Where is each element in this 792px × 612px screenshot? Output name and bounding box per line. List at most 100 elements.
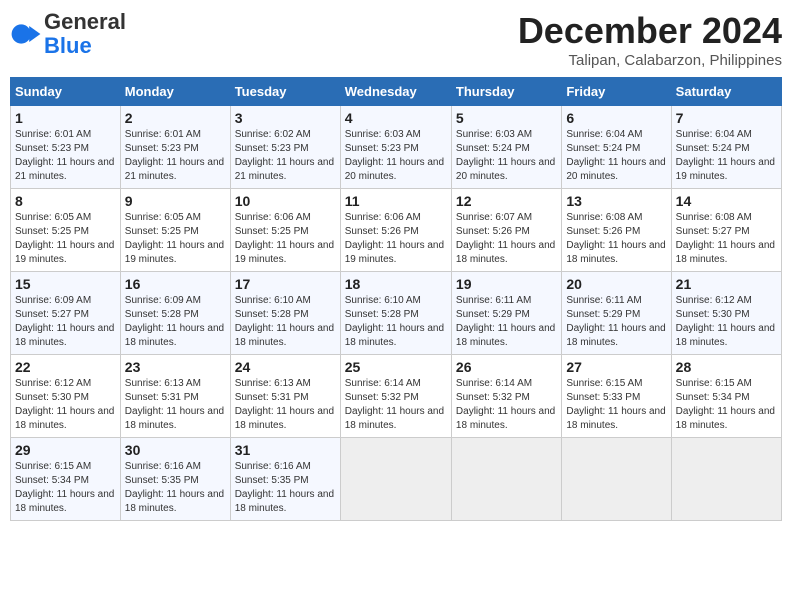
day-number: 11 xyxy=(345,193,447,209)
day-info: Sunrise: 6:01 AMSunset: 5:23 PMDaylight:… xyxy=(125,129,224,182)
day-info: Sunrise: 6:16 AMSunset: 5:35 PMDaylight:… xyxy=(125,461,224,514)
day-info: Sunrise: 6:04 AMSunset: 5:24 PMDaylight:… xyxy=(676,129,775,182)
calendar-day-cell: 16Sunrise: 6:09 AMSunset: 5:28 PMDayligh… xyxy=(120,272,230,355)
day-info: Sunrise: 6:11 AMSunset: 5:29 PMDaylight:… xyxy=(456,295,555,348)
day-info: Sunrise: 6:13 AMSunset: 5:31 PMDaylight:… xyxy=(125,378,224,431)
calendar-day-cell: 21 Sunrise: 6:12 AMSunset: 5:30 PMDayligh… xyxy=(671,272,781,355)
weekday-header: Thursday xyxy=(451,78,561,106)
day-number: 20 xyxy=(566,276,666,292)
day-info: Sunrise: 6:12 AMSunset: 5:30 PMDaylight:… xyxy=(15,378,114,431)
calendar-day-cell: 10Sunrise: 6:06 AMSunset: 5:25 PMDayligh… xyxy=(230,189,340,272)
calendar-day-cell: 5 Sunrise: 6:03 AMSunset: 5:24 PMDaylight… xyxy=(451,106,561,189)
logo-text: General Blue xyxy=(44,10,126,58)
day-number: 31 xyxy=(235,442,336,458)
calendar-week-row: 8Sunrise: 6:05 AMSunset: 5:25 PMDaylight… xyxy=(11,189,782,272)
day-info: Sunrise: 6:15 AMSunset: 5:34 PMDaylight:… xyxy=(676,378,775,431)
day-info: Sunrise: 6:03 AMSunset: 5:24 PMDaylight:… xyxy=(456,129,555,182)
logo: General Blue xyxy=(10,10,126,58)
day-number: 30 xyxy=(125,442,226,458)
day-number: 6 xyxy=(566,110,666,126)
calendar-day-cell: 26 Sunrise: 6:14 AMSunset: 5:32 PMDayligh… xyxy=(451,355,561,438)
calendar-header-row: SundayMondayTuesdayWednesdayThursdayFrid… xyxy=(11,78,782,106)
day-info: Sunrise: 6:02 AMSunset: 5:23 PMDaylight:… xyxy=(235,129,334,182)
calendar-day-cell: 31 Sunrise: 6:16 AMSunset: 5:35 PMDayligh… xyxy=(230,438,340,521)
day-info: Sunrise: 6:13 AMSunset: 5:31 PMDaylight:… xyxy=(235,378,334,431)
calendar-day-cell xyxy=(451,438,561,521)
calendar-day-cell: 13Sunrise: 6:08 AMSunset: 5:26 PMDayligh… xyxy=(562,189,671,272)
day-number: 21 xyxy=(676,276,777,292)
calendar-day-cell: 15Sunrise: 6:09 AMSunset: 5:27 PMDayligh… xyxy=(11,272,121,355)
day-number: 16 xyxy=(125,276,226,292)
logo-general: General xyxy=(44,9,126,34)
calendar-day-cell: 22 Sunrise: 6:12 AMSunset: 5:30 PMDayligh… xyxy=(11,355,121,438)
day-info: Sunrise: 6:16 AMSunset: 5:35 PMDaylight:… xyxy=(235,461,334,514)
day-number: 14 xyxy=(676,193,777,209)
weekday-header: Sunday xyxy=(11,78,121,106)
calendar-day-cell: 4Sunrise: 6:03 AMSunset: 5:23 PMDaylight… xyxy=(340,106,451,189)
day-info: Sunrise: 6:08 AMSunset: 5:26 PMDaylight:… xyxy=(566,212,665,265)
calendar-day-cell: 25 Sunrise: 6:14 AMSunset: 5:32 PMDayligh… xyxy=(340,355,451,438)
weekday-header: Saturday xyxy=(671,78,781,106)
calendar-day-cell: 19 Sunrise: 6:11 AMSunset: 5:29 PMDayligh… xyxy=(451,272,561,355)
calendar-table: SundayMondayTuesdayWednesdayThursdayFrid… xyxy=(10,77,782,521)
day-number: 3 xyxy=(235,110,336,126)
calendar-day-cell xyxy=(340,438,451,521)
calendar-day-cell: 23 Sunrise: 6:13 AMSunset: 5:31 PMDayligh… xyxy=(120,355,230,438)
day-info: Sunrise: 6:07 AMSunset: 5:26 PMDaylight:… xyxy=(456,212,555,265)
weekday-header: Wednesday xyxy=(340,78,451,106)
day-info: Sunrise: 6:14 AMSunset: 5:32 PMDaylight:… xyxy=(456,378,555,431)
day-number: 19 xyxy=(456,276,557,292)
calendar-day-cell: 28 Sunrise: 6:15 AMSunset: 5:34 PMDayligh… xyxy=(671,355,781,438)
calendar-day-cell: 24 Sunrise: 6:13 AMSunset: 5:31 PMDayligh… xyxy=(230,355,340,438)
calendar-day-cell: 12 Sunrise: 6:07 AMSunset: 5:26 PMDayligh… xyxy=(451,189,561,272)
day-number: 2 xyxy=(125,110,226,126)
calendar-day-cell: 8Sunrise: 6:05 AMSunset: 5:25 PMDaylight… xyxy=(11,189,121,272)
day-info: Sunrise: 6:14 AMSunset: 5:32 PMDaylight:… xyxy=(345,378,444,431)
day-number: 7 xyxy=(676,110,777,126)
calendar-day-cell: 30 Sunrise: 6:16 AMSunset: 5:35 PMDayligh… xyxy=(120,438,230,521)
calendar-day-cell: 20 Sunrise: 6:11 AMSunset: 5:29 PMDayligh… xyxy=(562,272,671,355)
day-number: 22 xyxy=(15,359,116,375)
calendar-day-cell: 27Sunrise: 6:15 AMSunset: 5:33 PMDayligh… xyxy=(562,355,671,438)
day-number: 23 xyxy=(125,359,226,375)
calendar-week-row: 29 Sunrise: 6:15 AMSunset: 5:34 PMDayligh… xyxy=(11,438,782,521)
day-number: 5 xyxy=(456,110,557,126)
day-info: Sunrise: 6:04 AMSunset: 5:24 PMDaylight:… xyxy=(566,129,665,182)
calendar-title: December 2024 xyxy=(518,10,782,52)
calendar-day-cell xyxy=(562,438,671,521)
page-header: General Blue December 2024 Talipan, Cala… xyxy=(10,10,782,69)
calendar-day-cell: 17Sunrise: 6:10 AMSunset: 5:28 PMDayligh… xyxy=(230,272,340,355)
calendar-day-cell: 9Sunrise: 6:05 AMSunset: 5:25 PMDaylight… xyxy=(120,189,230,272)
day-info: Sunrise: 6:10 AMSunset: 5:28 PMDaylight:… xyxy=(235,295,334,348)
day-info: Sunrise: 6:11 AMSunset: 5:29 PMDaylight:… xyxy=(566,295,665,348)
calendar-day-cell: 11 Sunrise: 6:06 AMSunset: 5:26 PMDayligh… xyxy=(340,189,451,272)
day-info: Sunrise: 6:15 AMSunset: 5:34 PMDaylight:… xyxy=(15,461,114,514)
day-number: 26 xyxy=(456,359,557,375)
calendar-week-row: 1 Sunrise: 6:01 AMSunset: 5:23 PMDaylight… xyxy=(11,106,782,189)
title-area: December 2024 Talipan, Calabarzon, Phili… xyxy=(518,10,782,69)
day-info: Sunrise: 6:06 AMSunset: 5:26 PMDaylight:… xyxy=(345,212,444,265)
day-number: 24 xyxy=(235,359,336,375)
day-number: 1 xyxy=(15,110,116,126)
day-info: Sunrise: 6:01 AMSunset: 5:23 PMDaylight:… xyxy=(15,129,114,182)
logo-icon xyxy=(10,18,42,50)
day-number: 4 xyxy=(345,110,447,126)
day-info: Sunrise: 6:05 AMSunset: 5:25 PMDaylight:… xyxy=(125,212,224,265)
day-info: Sunrise: 6:05 AMSunset: 5:25 PMDaylight:… xyxy=(15,212,114,265)
calendar-day-cell: 3 Sunrise: 6:02 AMSunset: 5:23 PMDaylight… xyxy=(230,106,340,189)
day-number: 28 xyxy=(676,359,777,375)
calendar-week-row: 22 Sunrise: 6:12 AMSunset: 5:30 PMDayligh… xyxy=(11,355,782,438)
day-number: 29 xyxy=(15,442,116,458)
weekday-header: Monday xyxy=(120,78,230,106)
day-info: Sunrise: 6:09 AMSunset: 5:27 PMDaylight:… xyxy=(15,295,114,348)
day-number: 12 xyxy=(456,193,557,209)
calendar-day-cell: 6 Sunrise: 6:04 AMSunset: 5:24 PMDaylight… xyxy=(562,106,671,189)
day-info: Sunrise: 6:12 AMSunset: 5:30 PMDaylight:… xyxy=(676,295,775,348)
day-info: Sunrise: 6:15 AMSunset: 5:33 PMDaylight:… xyxy=(566,378,665,431)
calendar-day-cell: 14Sunrise: 6:08 AMSunset: 5:27 PMDayligh… xyxy=(671,189,781,272)
weekday-header: Friday xyxy=(562,78,671,106)
day-number: 25 xyxy=(345,359,447,375)
day-number: 10 xyxy=(235,193,336,209)
calendar-day-cell: 2 Sunrise: 6:01 AMSunset: 5:23 PMDaylight… xyxy=(120,106,230,189)
calendar-day-cell: 18Sunrise: 6:10 AMSunset: 5:28 PMDayligh… xyxy=(340,272,451,355)
